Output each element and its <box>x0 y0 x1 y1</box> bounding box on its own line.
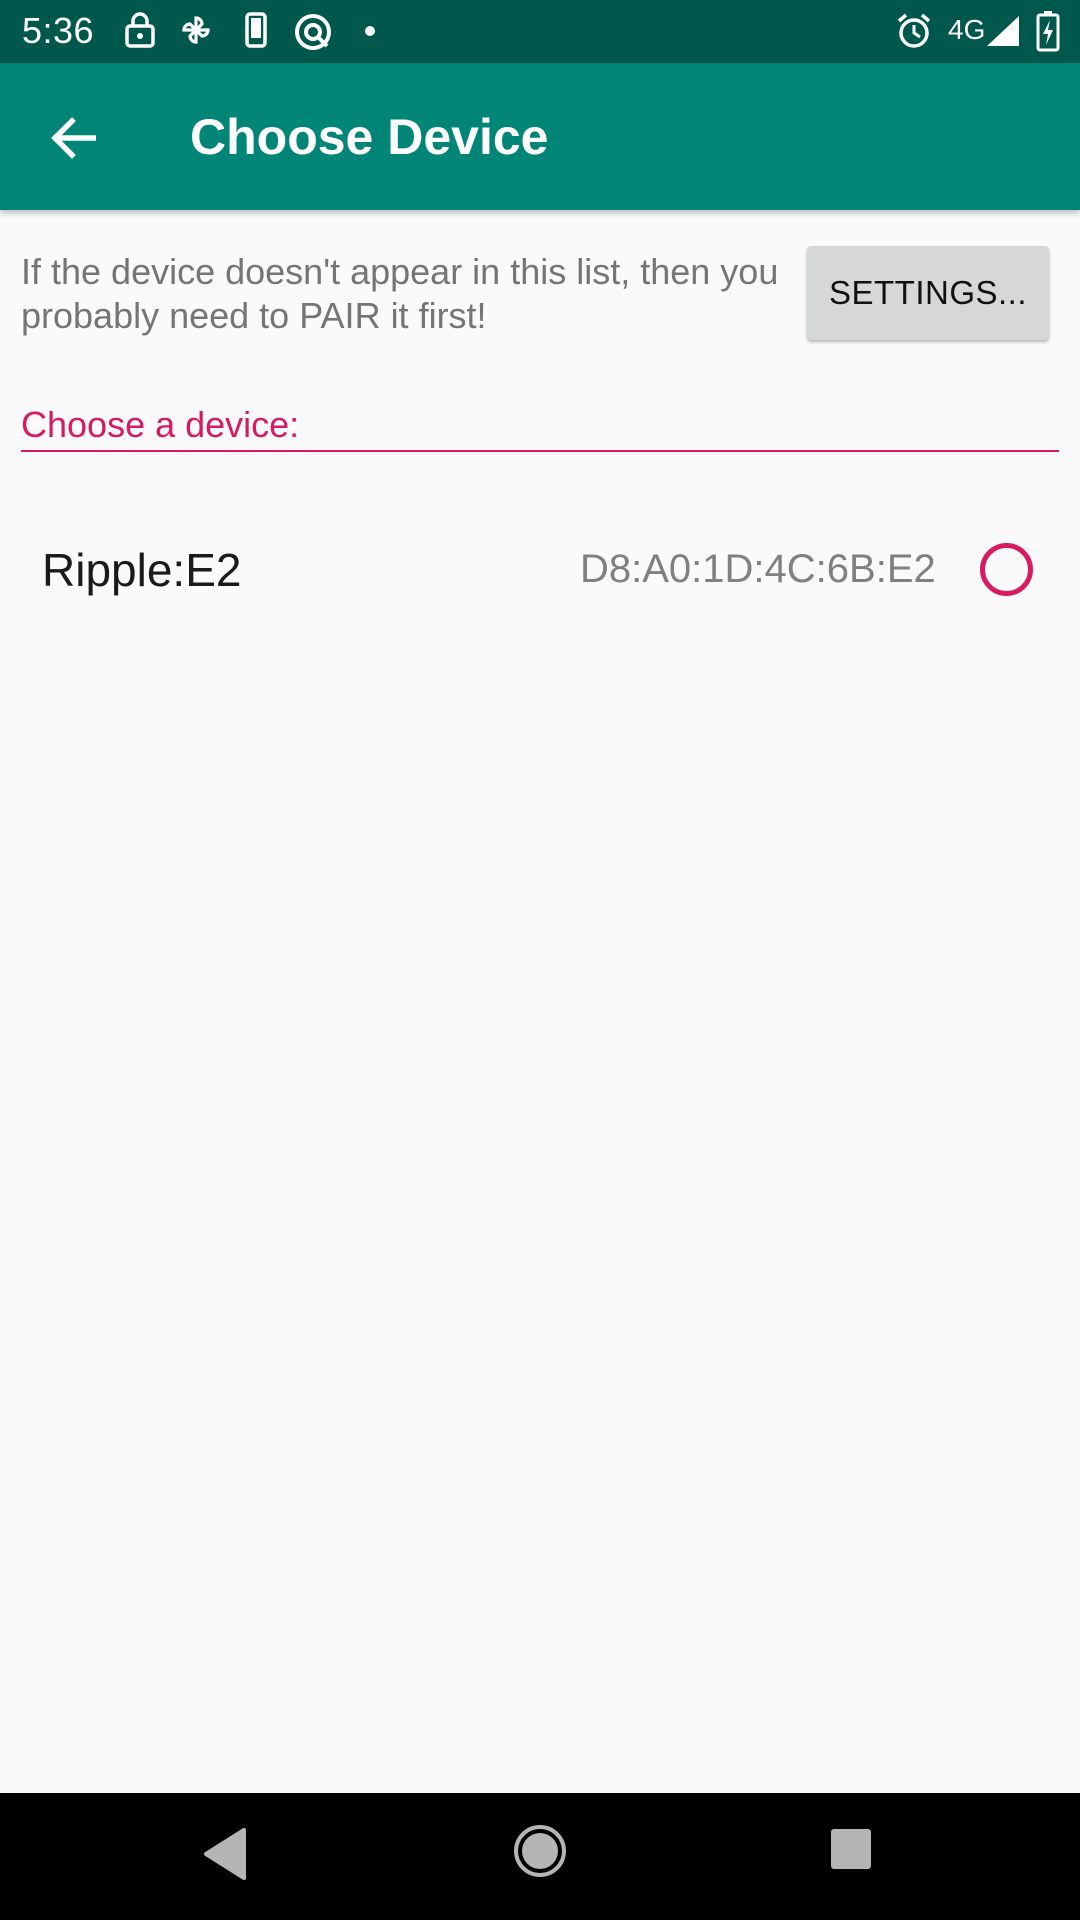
lock-icon <box>125 12 155 48</box>
arrow-back-icon <box>51 117 96 159</box>
device-name: Ripple:E2 <box>42 544 242 596</box>
phone-icon <box>245 12 267 48</box>
battery-charging-icon <box>1036 11 1060 52</box>
pinwheel-icon <box>182 16 210 44</box>
choose-device-label: Choose a device: <box>21 404 300 445</box>
status-time: 5:36 <box>22 10 95 51</box>
recents-square-icon[interactable] <box>828 1826 874 1872</box>
back-triangle-icon[interactable] <box>200 1826 248 1882</box>
status-bar: 5:36 4G <box>0 0 1080 63</box>
device-list-item[interactable]: Ripple:E2 D8:A0:1D:4C:6B:E2 <box>0 510 1080 630</box>
navigation-bar <box>0 1793 1080 1920</box>
no-entry-icon <box>295 14 331 50</box>
back-button[interactable] <box>36 101 110 175</box>
network-type: 4G <box>948 14 986 45</box>
page-title: Choose Device <box>190 109 549 165</box>
section-divider <box>21 450 1059 452</box>
pairing-hint-text: If the device doesn't appear in this lis… <box>21 251 779 336</box>
dot-icon <box>365 26 375 36</box>
device-mac-address: D8:A0:1D:4C:6B:E2 <box>580 547 936 591</box>
app-bar: Choose Device <box>0 63 1080 210</box>
home-circle-icon[interactable] <box>512 1823 568 1879</box>
signal-icon <box>987 16 1019 46</box>
alarm-icon <box>897 13 931 48</box>
device-radio-button[interactable] <box>980 543 1033 596</box>
settings-button[interactable]: SETTINGS... <box>807 246 1049 340</box>
